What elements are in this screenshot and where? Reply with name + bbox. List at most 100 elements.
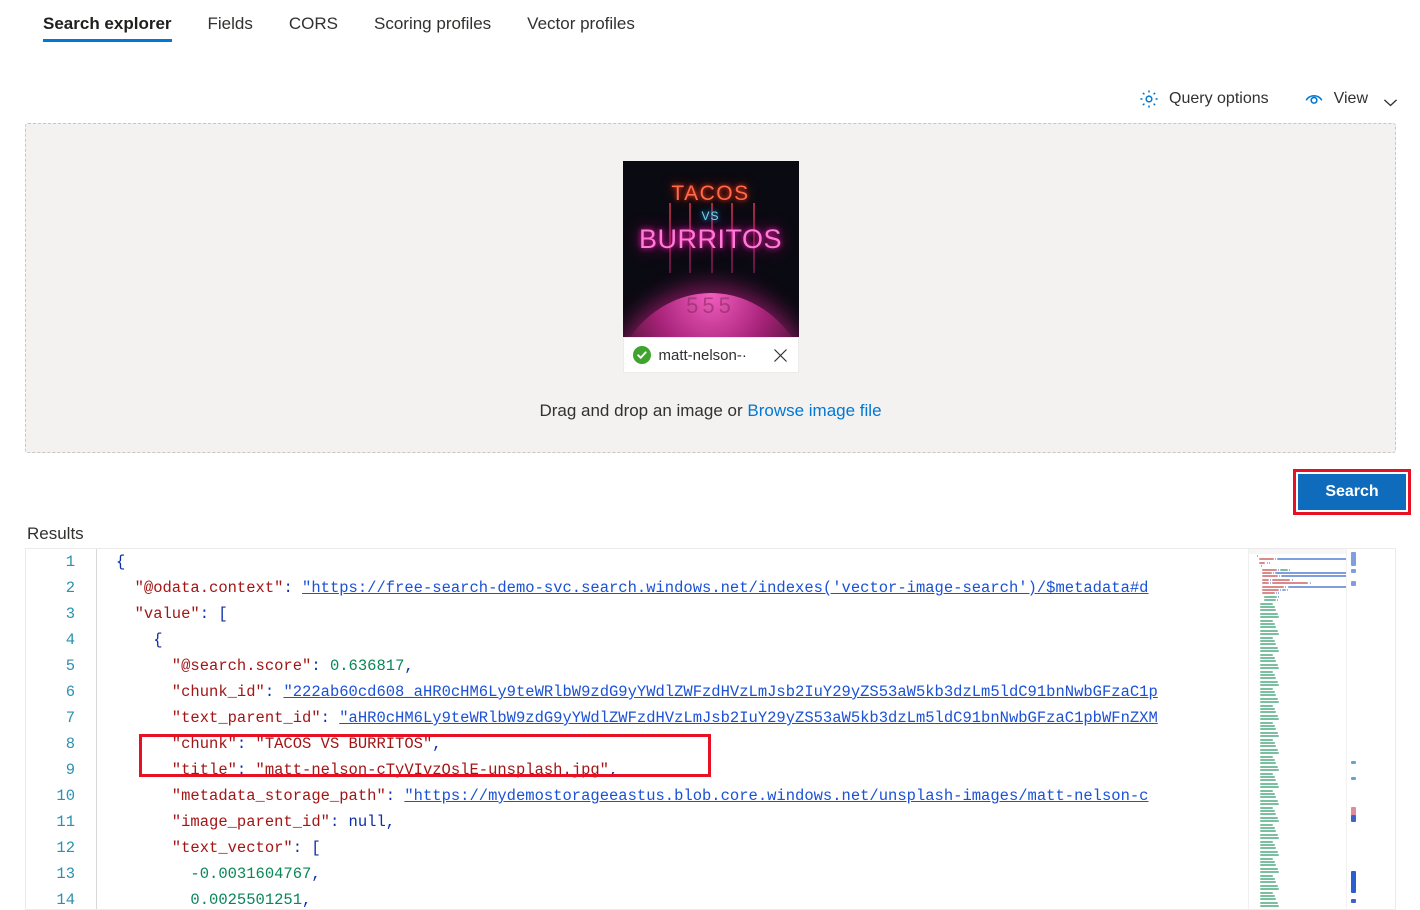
minimap-line	[1260, 660, 1277, 663]
code-lines[interactable]: 1{2 "@odata.context": "https://free-sear…	[26, 549, 1274, 909]
code-line-text: "chunk": "TACOS VS BURRITOS",	[110, 735, 1274, 753]
code-token[interactable]: "222ab60cd608_aHR0cHM6Ly9teWRlbW9zdG9yYW…	[283, 683, 1157, 701]
minimap-line	[1260, 861, 1275, 863]
tab-label: Vector profiles	[527, 14, 635, 33]
minimap-line	[1260, 657, 1275, 659]
minimap-line	[1260, 772, 1273, 775]
code-line[interactable]: 11 "image_parent_id": null,	[26, 809, 1274, 835]
code-line-text: "text_vector": [	[110, 839, 1274, 857]
tab-fields[interactable]: Fields	[190, 0, 271, 40]
minimap-line	[1281, 589, 1286, 591]
code-line[interactable]: 13 -0.0031604767,	[26, 861, 1274, 887]
minimap-line	[1260, 629, 1278, 632]
search-button[interactable]: Search	[1298, 474, 1406, 510]
query-options-button[interactable]: Query options	[1138, 88, 1269, 110]
minimap-line	[1260, 806, 1273, 809]
code-line[interactable]: 14 0.0025501251,	[26, 887, 1274, 909]
tab-vector-profiles[interactable]: Vector profiles	[509, 0, 653, 40]
minimap-line	[1260, 616, 1280, 619]
check-circle-icon	[632, 346, 651, 364]
code-line[interactable]: 4 {	[26, 627, 1274, 653]
minimap-line	[1260, 816, 1278, 819]
code-token: :	[264, 683, 284, 701]
minimap-line	[1260, 735, 1280, 738]
fold-guide	[96, 679, 110, 705]
minimap-line	[1260, 626, 1277, 629]
minimap-line	[1260, 874, 1273, 877]
minimap-line	[1260, 748, 1278, 751]
minimap-line	[1260, 776, 1275, 778]
minimap-line	[1262, 592, 1275, 595]
code-line[interactable]: 3 "value": [	[26, 601, 1274, 627]
minimap-line	[1258, 558, 1274, 561]
minimap-line	[1273, 572, 1275, 574]
minimap-line	[1260, 650, 1280, 653]
fold-guide	[96, 861, 110, 887]
editor-overview-ruler[interactable]	[1346, 549, 1370, 909]
code-line[interactable]: 5 "@search.score": 0.636817,	[26, 653, 1274, 679]
minimap-line	[1276, 599, 1278, 602]
code-line-text: 0.0025501251,	[110, 891, 1274, 909]
code-token: "image_parent_id"	[116, 813, 330, 831]
minimap-line	[1260, 844, 1275, 846]
gear-icon	[1138, 88, 1160, 110]
line-number: 12	[56, 839, 75, 857]
minimap-line	[1260, 701, 1280, 704]
minimap-line	[1260, 565, 1262, 568]
code-line[interactable]: 6 "chunk_id": "222ab60cd608_aHR0cHM6Ly9t…	[26, 679, 1274, 705]
minimap-line	[1260, 738, 1273, 741]
code-token: "value"	[116, 605, 200, 623]
minimap-line	[1260, 718, 1280, 721]
code-token[interactable]: "https://mydemostorageeastus.blob.core.w…	[404, 787, 1148, 805]
image-dropzone[interactable]: TACOS VS BURRITOS 555 matt-nelson-· Drag…	[25, 123, 1396, 453]
minimap-line	[1258, 561, 1266, 564]
minimap-line	[1272, 582, 1309, 585]
tab-label: CORS	[288, 14, 338, 33]
minimap-line	[1260, 850, 1278, 853]
minimap-line	[1260, 840, 1273, 843]
minimap-line	[1262, 572, 1272, 574]
code-token: :	[236, 761, 256, 779]
code-line-text: "title": "matt-nelson-cTyVIvzQslE-unspla…	[110, 761, 1274, 779]
code-line[interactable]: 10 "metadata_storage_path": "https://myd…	[26, 783, 1274, 809]
code-line[interactable]: 2 "@odata.context": "https://free-search…	[26, 575, 1274, 601]
code-line[interactable]: 8 "chunk": "TACOS VS BURRITOS",	[26, 731, 1274, 757]
code-token[interactable]: "https://free-search-demo-svc.search.win…	[302, 579, 1148, 597]
code-line-text: "chunk_id": "222ab60cd608_aHR0cHM6Ly9teW…	[110, 683, 1274, 701]
fold-guide	[96, 575, 110, 601]
line-number: 2	[65, 579, 75, 597]
fold-guide	[96, 809, 110, 835]
minimap-line	[1260, 827, 1275, 829]
tab-search-explorer[interactable]: Search explorer	[25, 0, 190, 42]
minimap-line	[1260, 765, 1278, 768]
code-token: ,	[404, 657, 414, 675]
results-json-editor[interactable]: 1{2 "@odata.context": "https://free-sear…	[25, 548, 1396, 910]
minimap-line	[1270, 578, 1272, 581]
line-number: 9	[65, 761, 75, 779]
code-token: "chunk_id"	[116, 683, 265, 701]
minimap-line	[1260, 602, 1273, 605]
code-token: "text_parent_id"	[116, 709, 321, 727]
code-line[interactable]: 1{	[26, 549, 1274, 575]
code-line-text: "metadata_storage_path": "https://mydemo…	[110, 787, 1274, 805]
code-token[interactable]: "aHR0cHM6Ly9teWRlbW9zdG9yYWdlZWFzdHVzLmJ…	[339, 709, 1158, 727]
minimap-line	[1260, 878, 1275, 880]
minimap-line	[1260, 752, 1280, 755]
code-token: {	[116, 631, 163, 649]
view-button[interactable]: View	[1303, 88, 1398, 110]
minimap-line	[1260, 898, 1277, 901]
minimap-line	[1260, 813, 1277, 816]
minimap-line	[1260, 643, 1277, 646]
fold-guide	[96, 731, 110, 757]
browse-image-file-link[interactable]: Browse image file	[747, 401, 881, 420]
minimap-line	[1260, 609, 1277, 612]
tab-scoring-profiles[interactable]: Scoring profiles	[356, 0, 509, 40]
code-line[interactable]: 12 "text_vector": [	[26, 835, 1274, 861]
code-line[interactable]: 7 "text_parent_id": "aHR0cHM6Ly9teWRlbW9…	[26, 705, 1274, 731]
editor-minimap[interactable]	[1248, 549, 1370, 909]
tab-cors[interactable]: CORS	[271, 0, 356, 40]
code-line[interactable]: 9 "title": "matt-nelson-cTyVIvzQslE-unsp…	[26, 757, 1274, 783]
minimap-line	[1257, 555, 1258, 557]
close-icon[interactable]	[768, 348, 794, 363]
code-token: 0.636817	[329, 657, 405, 675]
